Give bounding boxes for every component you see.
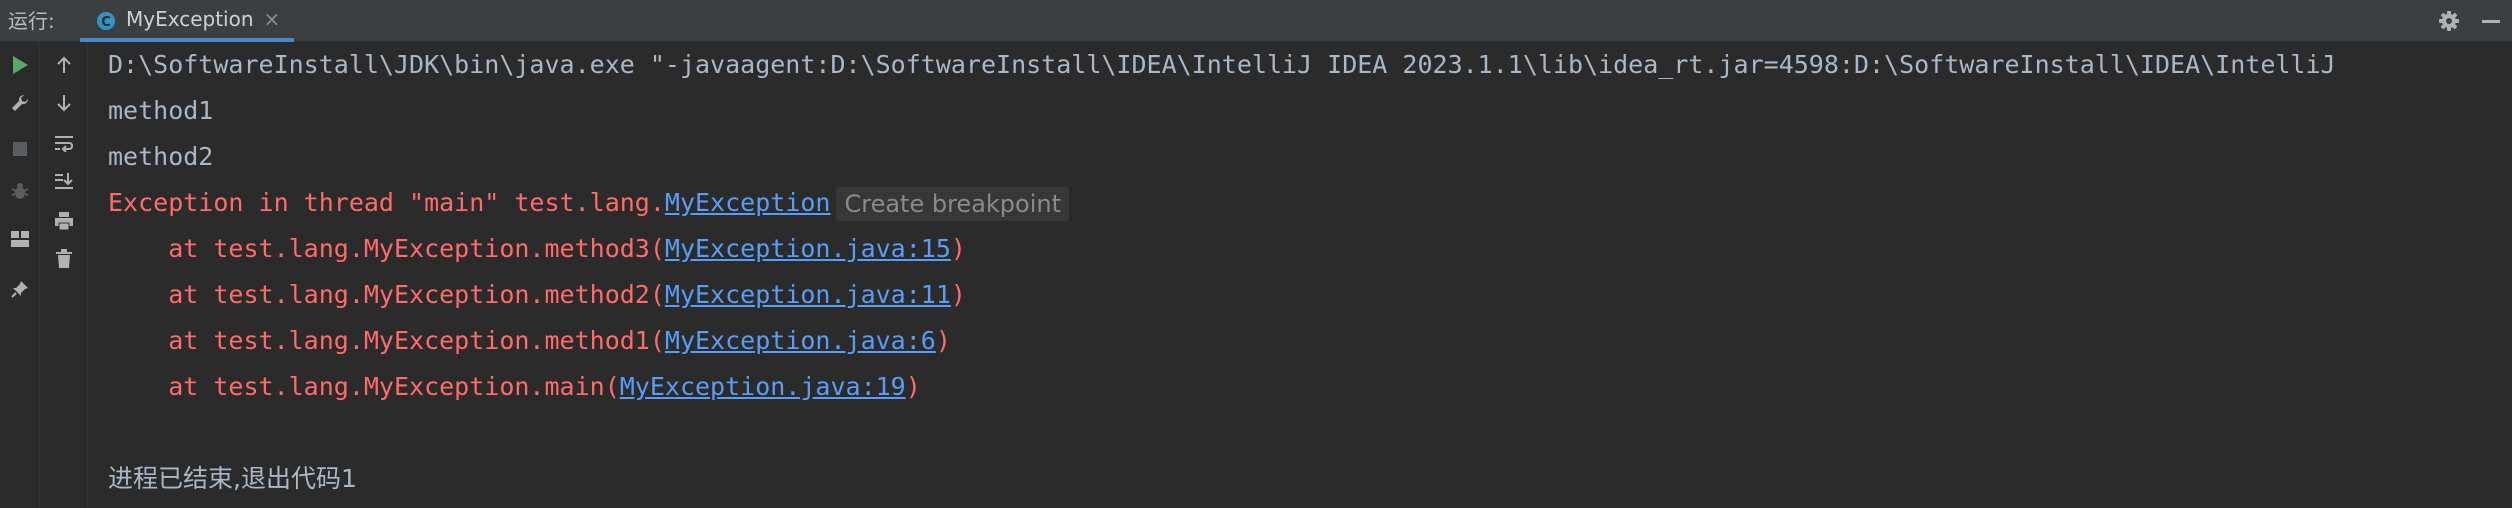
next-occurrence-button[interactable] <box>49 88 79 118</box>
layout-icon <box>11 231 29 247</box>
stack-frame-text: at test.lang.MyException.method2( <box>108 280 665 309</box>
run-label: 运行: <box>8 9 55 33</box>
java-class-icon: C <box>97 12 115 30</box>
stop-button[interactable] <box>5 134 35 164</box>
edit-configuration-button[interactable] <box>5 88 35 118</box>
stack-trace-line: at test.lang.MyException.method2(MyExcep… <box>108 272 966 318</box>
exception-line: Exception in thread "main" test.lang.MyE… <box>108 180 1070 226</box>
source-link[interactable]: MyException.java:15 <box>665 234 951 263</box>
close-icon[interactable]: × <box>264 0 281 38</box>
svg-text:C: C <box>101 15 111 30</box>
previous-occurrence-button[interactable] <box>49 50 79 80</box>
run-button[interactable] <box>5 50 35 80</box>
tab-label: MyException <box>126 7 254 31</box>
print-button[interactable] <box>49 206 79 236</box>
run-icon <box>13 56 28 74</box>
pin-icon <box>11 281 28 298</box>
debug-icon <box>11 183 29 199</box>
output-line: method1 <box>108 96 214 125</box>
stack-trace-line: at test.lang.MyException.method3(MyExcep… <box>108 226 966 272</box>
arrow-down-icon <box>57 95 71 112</box>
exception-text: Exception in thread "main" test.lang. <box>108 188 665 217</box>
stack-trace-line: at test.lang.MyException.method1(MyExcep… <box>108 318 951 364</box>
stack-frame-text: ) <box>935 326 951 355</box>
stack-frame-text: ) <box>950 234 966 263</box>
stack-frame-text: ) <box>950 280 966 309</box>
stack-frame-text: ) <box>905 372 921 401</box>
exit-message: 进程已结束,退出代码1 <box>108 464 357 493</box>
minimize-icon[interactable] <box>2482 20 2500 23</box>
layout-button[interactable] <box>5 224 35 254</box>
stack-frame-text: at test.lang.MyException.method3( <box>108 234 665 263</box>
console-output[interactable]: D:\SoftwareInstall\JDK\bin\java.exe "-ja… <box>88 42 2512 508</box>
stack-trace-line: at test.lang.MyException.main(MyExceptio… <box>108 364 921 410</box>
console-toolbar <box>40 42 88 508</box>
arrow-up-icon <box>57 56 71 73</box>
stack-frame-text: at test.lang.MyException.method1( <box>108 326 665 355</box>
source-link[interactable]: MyException.java:19 <box>620 372 906 401</box>
run-tool-window-header: 运行: C MyException × <box>0 0 2512 42</box>
debug-button[interactable] <box>5 176 35 206</box>
wrench-icon <box>12 94 29 111</box>
clear-all-button[interactable] <box>49 244 79 274</box>
scroll-to-end-icon <box>55 173 73 189</box>
pin-tab-button[interactable] <box>5 274 35 304</box>
print-icon <box>55 212 73 231</box>
soft-wrap-button[interactable] <box>49 128 79 158</box>
output-line: method2 <box>108 142 214 171</box>
exception-class-link[interactable]: MyException <box>665 188 831 217</box>
soft-wrap-icon <box>55 136 74 152</box>
scroll-to-end-button[interactable] <box>49 166 79 196</box>
gear-icon[interactable] <box>2438 10 2460 32</box>
run-tool-window: 运行: C MyException × D:\SoftwareInstall\J… <box>0 0 2512 508</box>
run-actions-toolbar <box>0 42 40 508</box>
create-breakpoint-hint[interactable]: Create breakpoint <box>836 187 1070 221</box>
stop-icon <box>13 142 27 156</box>
trash-icon <box>56 249 72 268</box>
stack-frame-text: at test.lang.MyException.main( <box>108 372 620 401</box>
tab-myexception[interactable]: C MyException × <box>80 0 295 42</box>
source-link[interactable]: MyException.java:11 <box>665 280 951 309</box>
command-line: D:\SoftwareInstall\JDK\bin\java.exe "-ja… <box>108 50 2336 79</box>
source-link[interactable]: MyException.java:6 <box>665 326 936 355</box>
